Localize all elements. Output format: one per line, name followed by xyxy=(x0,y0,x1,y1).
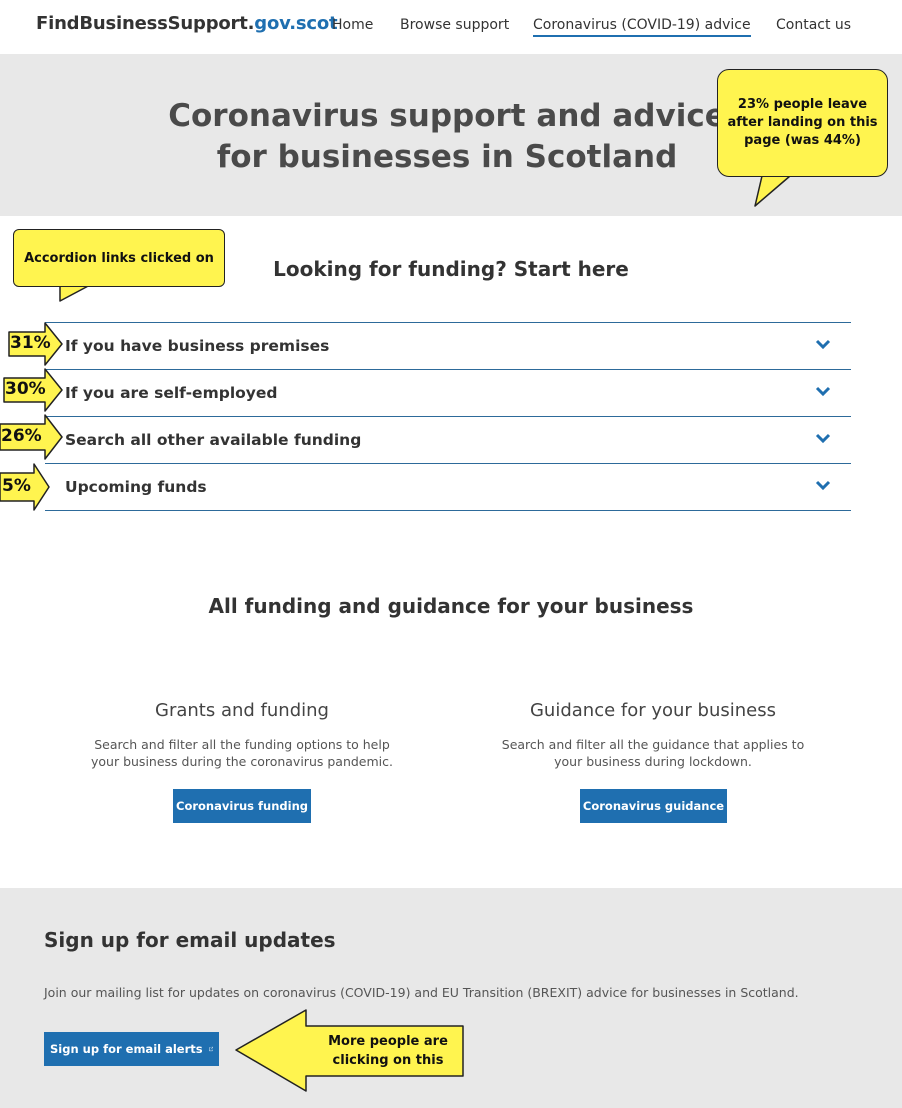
signup-annotation-note: More people are clicking on this xyxy=(328,1034,448,1068)
accordion-item-self-employed[interactable]: If you are self-employed xyxy=(45,370,851,417)
site-logo[interactable]: FindBusinessSupport.gov.scot xyxy=(36,13,338,34)
all-funding-heading: All funding and guidance for your busine… xyxy=(208,594,694,618)
accordion-item-label: If you have business premises xyxy=(65,337,330,355)
chevron-down-icon[interactable] xyxy=(815,385,831,397)
external-link-icon xyxy=(208,1046,213,1052)
accordion-click-percent: 26% xyxy=(1,426,42,446)
page-title-line2: for businesses in Scotland xyxy=(216,139,678,175)
chevron-down-icon[interactable] xyxy=(815,432,831,444)
page-title-line1: Coronavirus support and advice xyxy=(168,98,726,134)
accordion-item-label: Upcoming funds xyxy=(65,478,207,496)
accordion-item-business-premises[interactable]: If you have business premises xyxy=(45,323,851,370)
accordion-item-label: Search all other available funding xyxy=(65,431,362,449)
nav-home[interactable]: Home xyxy=(332,17,373,33)
accordion-annotation-note: Accordion links clicked on xyxy=(13,229,225,287)
accordion-item-upcoming-funds[interactable]: Upcoming funds xyxy=(45,464,851,511)
guidance-card-text: Search and filter all the guidance that … xyxy=(501,737,805,769)
email-alerts-label: Sign up for email alerts xyxy=(50,1042,203,1056)
coronavirus-funding-button[interactable]: Coronavirus funding xyxy=(173,789,311,823)
nav-coronavirus-advice[interactable]: Coronavirus (COVID-19) advice xyxy=(533,17,751,37)
signup-text: Join our mailing list for updates on cor… xyxy=(44,985,799,1000)
accordion-click-percent: 5% xyxy=(2,476,31,496)
accordion-click-percent: 30% xyxy=(5,379,46,399)
guidance-card-title: Guidance for your business xyxy=(529,700,777,721)
accordion-item-label: If you are self-employed xyxy=(65,384,278,402)
email-alerts-button[interactable]: Sign up for email alerts xyxy=(44,1032,219,1066)
chevron-down-icon[interactable] xyxy=(815,479,831,491)
coronavirus-guidance-button[interactable]: Coronavirus guidance xyxy=(580,789,727,823)
chevron-down-icon[interactable] xyxy=(815,338,831,350)
funding-accordion: If you have business premises If you are… xyxy=(45,322,851,511)
accordion-click-percent: 31% xyxy=(10,333,51,353)
nav-contact-us[interactable]: Contact us xyxy=(776,17,851,33)
signup-section: Sign up for email updates Join our maili… xyxy=(0,888,902,1108)
accordion-item-other-funding[interactable]: Search all other available funding xyxy=(45,417,851,464)
top-navigation: FindBusinessSupport.gov.scot Home Browse… xyxy=(0,0,902,54)
grants-card-text: Search and filter all the funding option… xyxy=(91,737,393,769)
hero-annotation-note: 23% people leave after landing on this p… xyxy=(717,69,888,177)
grants-card-title: Grants and funding xyxy=(155,700,329,721)
nav-browse-support[interactable]: Browse support xyxy=(400,17,509,33)
signup-heading: Sign up for email updates xyxy=(44,928,336,952)
page-title: Coronavirus support and advice for busin… xyxy=(120,96,774,178)
brand-main: FindBusinessSupport. xyxy=(36,13,255,34)
brand-accent: gov.scot xyxy=(254,13,338,34)
